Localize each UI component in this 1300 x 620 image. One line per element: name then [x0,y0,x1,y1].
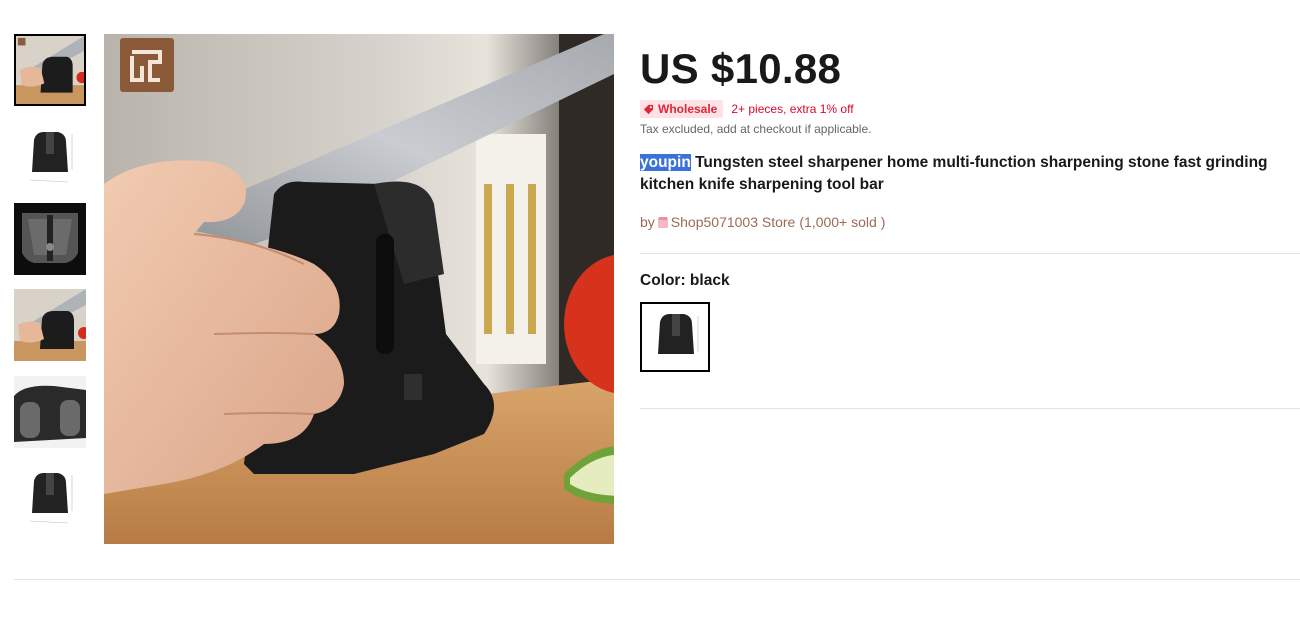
main-product-image[interactable] [104,34,614,544]
store-line: by Shop5071003 Store (1,000+ sold ) [640,214,1300,230]
sold-count: (1,000+ sold ) [799,214,886,230]
color-label: Color: black [640,272,730,289]
color-swatch-black[interactable] [640,302,710,372]
wholesale-badge: Wholesale [640,100,724,118]
store-link[interactable]: Shop5071003 Store [671,214,796,230]
thumbnail-1[interactable] [14,34,86,106]
wholesale-badge-label: Wholesale [658,102,718,116]
product-title: youpin Tungsten steel sharpener home mul… [640,152,1300,196]
divider [640,253,1300,254]
thumbnail-image [14,461,86,533]
by-prefix: by [640,214,655,230]
store-icon [657,216,668,228]
divider [640,408,1300,409]
thumbnail-image [14,120,86,192]
wholesale-offer-text: 2+ pieces, extra 1% off [731,102,854,116]
title-text: Tungsten steel sharpener home multi-func… [640,154,1268,193]
thumbnail-5[interactable] [14,376,86,448]
knife-sharpener-photo [104,34,614,544]
thumbnail-3[interactable] [14,203,86,275]
divider [14,579,1300,580]
thumbnail-6[interactable] [14,461,86,533]
tax-note: Tax excluded, add at checkout if applica… [640,122,872,136]
thumbnail-image [14,289,86,361]
product-price: US $10.88 [640,45,842,92]
product-info: US $10.88 Wholesale 2+ pieces, extra 1% … [640,34,1300,230]
thumbnail-4[interactable] [14,289,86,361]
swatch-image [642,304,708,370]
title-brand-highlight: youpin [640,154,691,171]
thumbnail-image [16,36,84,104]
tag-icon [643,104,654,114]
wholesale-row: Wholesale 2+ pieces, extra 1% off [640,100,1300,118]
thumbnail-2[interactable] [14,120,86,192]
thumbnail-image [14,376,86,448]
thumbnail-image [14,203,86,275]
